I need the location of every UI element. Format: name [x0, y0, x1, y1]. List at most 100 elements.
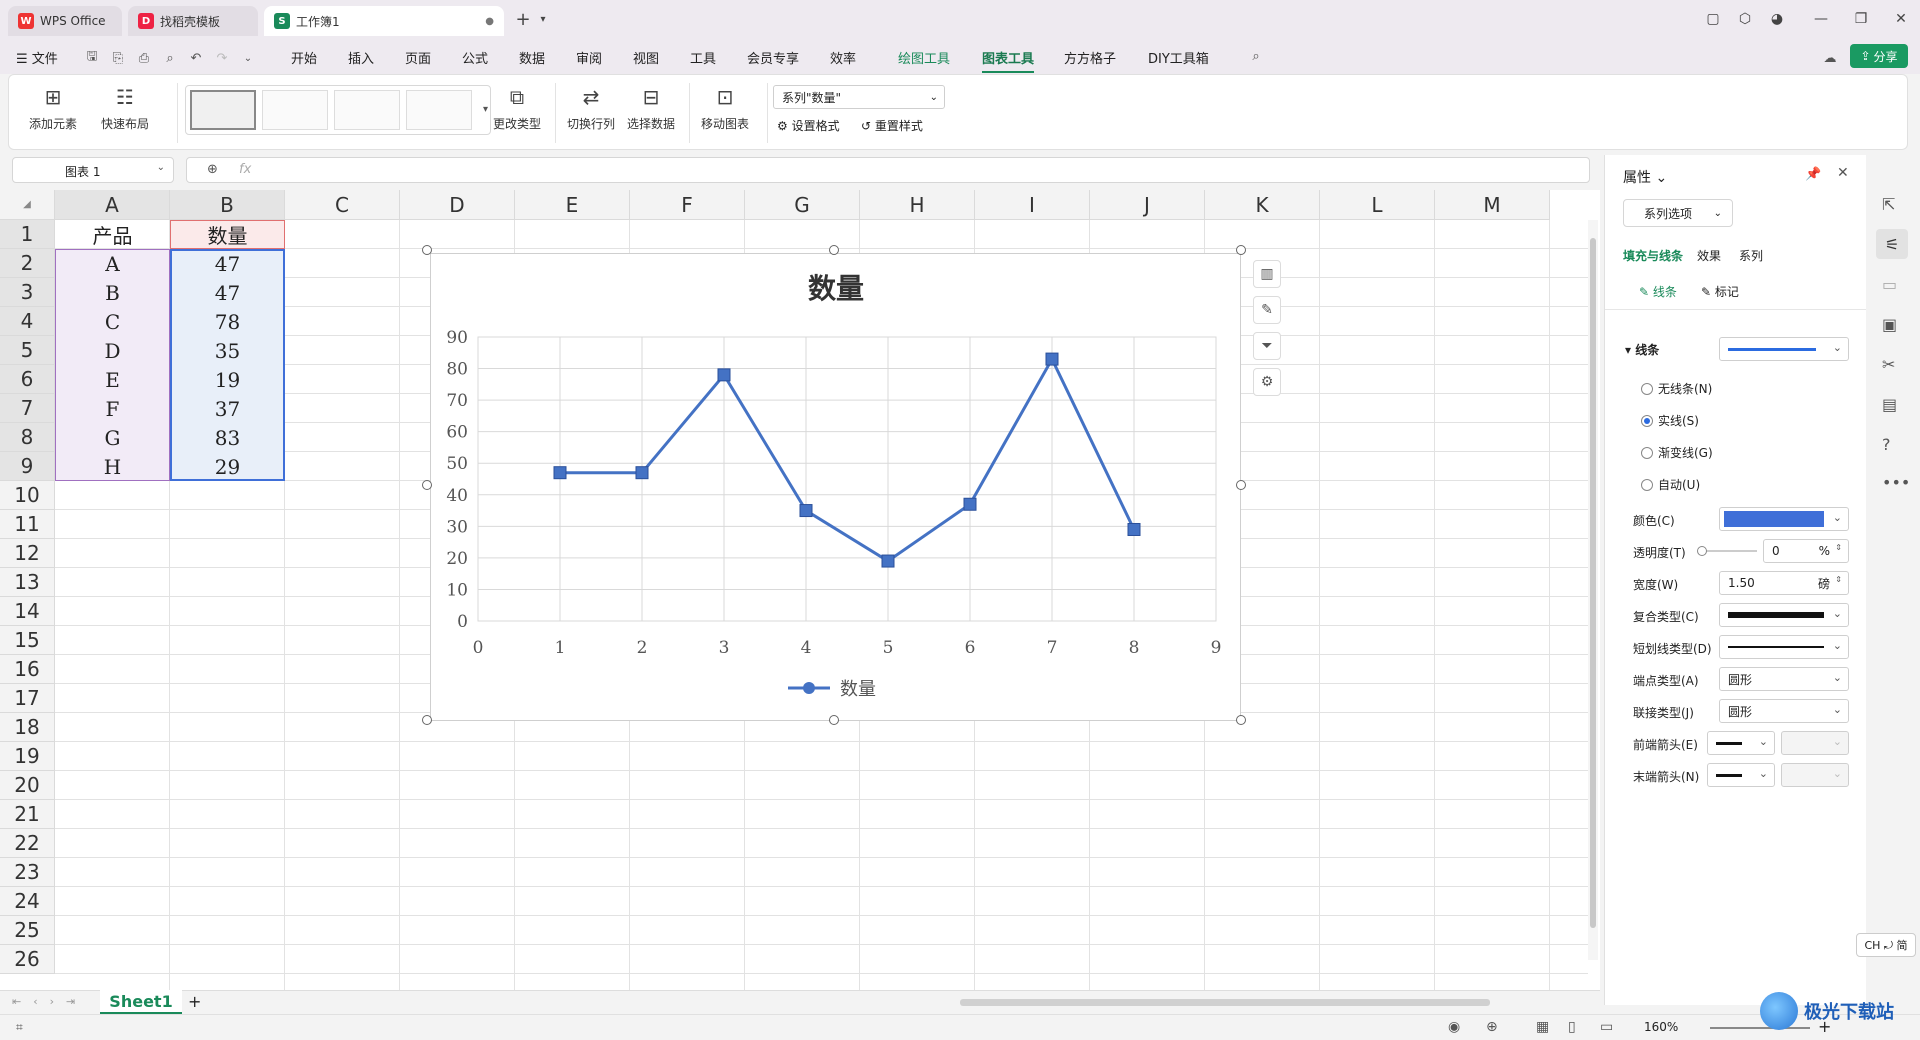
- row-header-25[interactable]: 25: [0, 916, 55, 945]
- select-data-button[interactable]: ⊟ 选择数据: [627, 83, 675, 132]
- tools-icon[interactable]: ✂: [1882, 355, 1895, 374]
- radio-solid-line[interactable]: 实线(S): [1641, 412, 1699, 429]
- undo-icon[interactable]: ↶: [188, 50, 204, 66]
- menu-page[interactable]: 页面: [405, 48, 431, 67]
- vertical-scrollbar[interactable]: [1588, 220, 1598, 960]
- move-chart-button[interactable]: ⊡ 移动图表: [701, 83, 749, 132]
- chevron-down-icon[interactable]: ▾: [532, 8, 554, 30]
- cell-b5[interactable]: 35: [170, 336, 285, 365]
- chart-style-brush-icon[interactable]: ✎: [1253, 296, 1281, 324]
- save-icon[interactable]: 🖫: [84, 49, 100, 66]
- data-point-marker[interactable]: [1045, 352, 1059, 366]
- menu-insert[interactable]: 插入: [348, 48, 374, 67]
- begin-arrow-dropdown[interactable]: ⌄: [1707, 731, 1775, 755]
- data-point-marker[interactable]: [963, 497, 977, 511]
- data-point-marker[interactable]: [553, 466, 567, 480]
- column-header-h[interactable]: H: [860, 190, 975, 220]
- print-preview-icon[interactable]: ⌕: [162, 50, 178, 66]
- more-icon[interactable]: •••: [1882, 473, 1910, 492]
- width-input[interactable]: 1.50 磅 ⇕: [1719, 571, 1849, 595]
- resize-handle[interactable]: [1236, 480, 1246, 490]
- ime-indicator[interactable]: CH ⤾ 简: [1856, 933, 1916, 957]
- resize-handle[interactable]: [829, 715, 839, 725]
- new-tab-icon[interactable]: +: [512, 8, 534, 30]
- row-header-15[interactable]: 15: [0, 626, 55, 655]
- sheet-tab-sheet1[interactable]: Sheet1: [100, 990, 182, 1014]
- data-point-marker[interactable]: [635, 466, 649, 480]
- column-header-j[interactable]: J: [1090, 190, 1205, 220]
- data-point-marker[interactable]: [881, 554, 895, 568]
- change-type-button[interactable]: ⧉ 更改类型: [493, 83, 541, 132]
- menu-fangfang[interactable]: 方方格子: [1064, 48, 1116, 67]
- radio-no-line[interactable]: 无线条(N): [1641, 380, 1712, 397]
- row-header-26[interactable]: 26: [0, 945, 55, 974]
- transparency-slider-thumb[interactable]: [1697, 546, 1707, 556]
- chart-style-4[interactable]: [406, 90, 472, 130]
- column-header-l[interactable]: L: [1320, 190, 1435, 220]
- column-header-g[interactable]: G: [745, 190, 860, 220]
- share-button[interactable]: ⇪ 分享: [1850, 44, 1908, 68]
- window-layout-icon[interactable]: ▢: [1702, 8, 1724, 30]
- row-header-10[interactable]: 10: [0, 481, 55, 510]
- resize-handle[interactable]: [422, 715, 432, 725]
- resize-handle[interactable]: [1236, 245, 1246, 255]
- row-header-6[interactable]: 6: [0, 365, 55, 394]
- row-header-9[interactable]: 9: [0, 452, 55, 481]
- cell-b6[interactable]: 19: [170, 365, 285, 394]
- menu-view[interactable]: 视图: [633, 48, 659, 67]
- restore-icon[interactable]: ❐: [1850, 8, 1872, 30]
- row-header-22[interactable]: 22: [0, 829, 55, 858]
- end-arrow-size-dropdown[interactable]: ⌄: [1781, 763, 1849, 787]
- menu-home[interactable]: 开始: [291, 48, 317, 67]
- menu-tools[interactable]: 工具: [690, 48, 716, 67]
- tab-series[interactable]: 系列: [1739, 247, 1763, 264]
- row-header-21[interactable]: 21: [0, 800, 55, 829]
- chart-style-gallery[interactable]: ▾: [185, 85, 491, 135]
- sheet-nav-arrows-icon[interactable]: ⇤‹›⇥: [12, 995, 87, 1008]
- menu-chart-tools[interactable]: 图表工具: [982, 48, 1035, 73]
- row-header-23[interactable]: 23: [0, 858, 55, 887]
- select-pointer-icon[interactable]: ⇱: [1882, 195, 1895, 214]
- cell-b2[interactable]: 47: [170, 249, 285, 278]
- stepper-icon[interactable]: ⇕: [1835, 575, 1842, 584]
- help-icon[interactable]: ?: [1882, 435, 1891, 454]
- cell-a5[interactable]: D: [55, 336, 170, 365]
- menu-review[interactable]: 审阅: [576, 48, 602, 67]
- row-header-4[interactable]: 4: [0, 307, 55, 336]
- radio-gradient-line[interactable]: 渐变线(G): [1641, 444, 1713, 461]
- line-chart[interactable]: 数量 0 10 20 30 40 50 60 70 80 90 0 1 2 3 4 5 6 7 8 9 数量: [430, 253, 1242, 722]
- tab-docer-templates[interactable]: D 找稻壳模板: [128, 6, 258, 36]
- column-header-e[interactable]: E: [515, 190, 630, 220]
- macro-icon[interactable]: ⌗: [16, 1020, 23, 1035]
- chart-settings-icon[interactable]: ⚙: [1253, 368, 1281, 396]
- close-panel-icon[interactable]: ✕: [1837, 165, 1849, 181]
- compound-type-dropdown[interactable]: ⌄: [1719, 603, 1849, 627]
- select-all-corner[interactable]: ◢: [0, 190, 55, 220]
- export-icon[interactable]: ⎘: [110, 50, 126, 66]
- tab-wps-office[interactable]: W WPS Office: [8, 6, 122, 36]
- series-select-dropdown[interactable]: 系列"数量" ⌄: [773, 85, 945, 109]
- menu-efficiency[interactable]: 效率: [830, 48, 856, 67]
- horizontal-scrollbar[interactable]: [960, 999, 1490, 1006]
- pin-icon[interactable]: 📌: [1805, 167, 1821, 182]
- color-picker[interactable]: ⌄: [1719, 507, 1849, 531]
- cell-b4[interactable]: 78: [170, 307, 285, 336]
- menu-diy-toolbox[interactable]: DIY工具箱: [1148, 48, 1209, 67]
- more-chevron-icon[interactable]: ⌄: [240, 50, 256, 66]
- row-header-12[interactable]: 12: [0, 539, 55, 568]
- image-icon[interactable]: ▣: [1882, 315, 1897, 334]
- zoom-search-icon[interactable]: ⊕: [207, 162, 218, 177]
- menu-formula[interactable]: 公式: [462, 48, 488, 67]
- row-header-19[interactable]: 19: [0, 742, 55, 771]
- row-header-17[interactable]: 17: [0, 684, 55, 713]
- row-header-14[interactable]: 14: [0, 597, 55, 626]
- locate-icon[interactable]: ⊕: [1486, 1019, 1498, 1035]
- menu-data[interactable]: 数据: [519, 48, 545, 67]
- cap-type-dropdown[interactable]: 圆形 ⌄: [1719, 667, 1849, 691]
- cell-b3[interactable]: 47: [170, 278, 285, 307]
- redo-icon[interactable]: ↷: [214, 50, 230, 66]
- tab-effects[interactable]: 效果: [1697, 247, 1721, 264]
- chart-filter-icon[interactable]: ⏷: [1253, 332, 1281, 360]
- menu-file[interactable]: ☰ 文件: [16, 48, 58, 67]
- column-header-b[interactable]: B: [170, 190, 285, 220]
